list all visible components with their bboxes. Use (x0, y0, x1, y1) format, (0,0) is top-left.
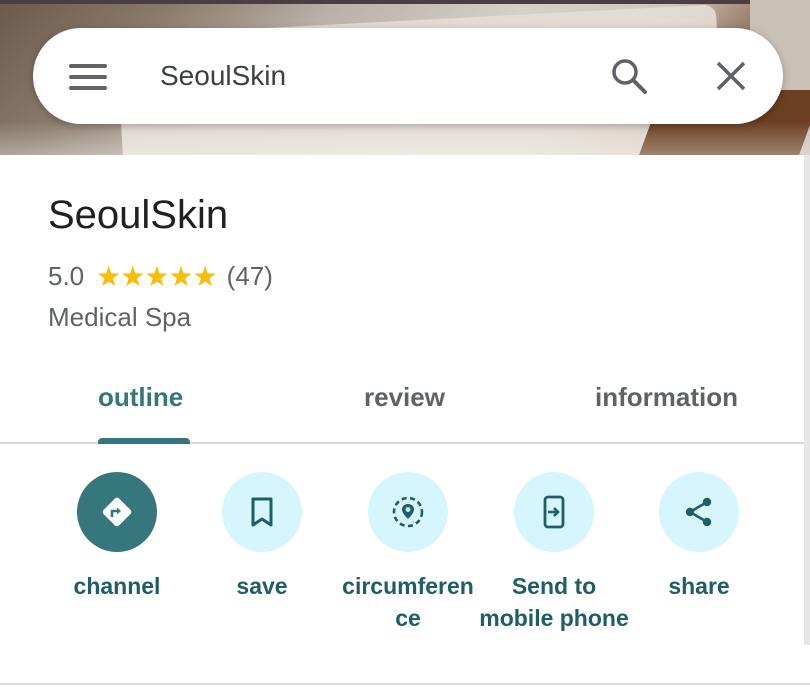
nearby-button-circle (368, 472, 448, 552)
review-count[interactable]: (47) (227, 261, 273, 292)
save-button-circle (222, 472, 302, 552)
search-bar: SeoulSkin (33, 28, 783, 124)
send-to-phone-label: Send to mobile phone (479, 573, 629, 631)
share-button-circle (659, 472, 739, 552)
tab-bar: outline review information (0, 360, 810, 444)
tab-information[interactable]: information (595, 380, 738, 414)
rating-row[interactable]: 5.0 ★★★★★ (47) (48, 260, 273, 292)
send-to-phone-icon (543, 495, 565, 529)
share-button[interactable]: share (624, 472, 774, 602)
send-to-phone-button-circle (514, 472, 594, 552)
send-to-phone-button[interactable]: Send to mobile phone (479, 472, 629, 634)
share-icon (685, 497, 712, 527)
bookmark-icon (251, 497, 273, 527)
close-icon[interactable] (713, 58, 749, 94)
place-category[interactable]: Medical Spa (48, 301, 191, 333)
rating-stars: ★★★★★ (96, 260, 218, 292)
nearby-label: circumferen ce (342, 573, 474, 631)
window-top-edge (0, 0, 810, 4)
photo-shade (0, 121, 810, 155)
save-label: save (236, 573, 288, 599)
section-divider (0, 683, 810, 685)
channel-button[interactable]: channel (42, 472, 192, 602)
save-button[interactable]: save (187, 472, 337, 602)
place-title: SeoulSkin (48, 193, 229, 237)
tab-outline[interactable]: outline (98, 380, 183, 414)
channel-label: channel (73, 573, 161, 599)
nearby-button[interactable]: circumferen ce (333, 472, 483, 634)
menu-icon[interactable] (69, 64, 107, 90)
channel-button-circle (77, 472, 157, 552)
search-input[interactable]: SeoulSkin (160, 58, 286, 94)
nearby-icon (392, 496, 424, 528)
search-icon[interactable] (609, 56, 649, 96)
share-label: share (668, 573, 730, 599)
rating-value: 5.0 (48, 260, 85, 291)
directions-icon (102, 497, 132, 527)
scrollbar[interactable] (804, 155, 810, 645)
tab-review[interactable]: review (364, 380, 445, 414)
active-tab-indicator (98, 438, 190, 444)
